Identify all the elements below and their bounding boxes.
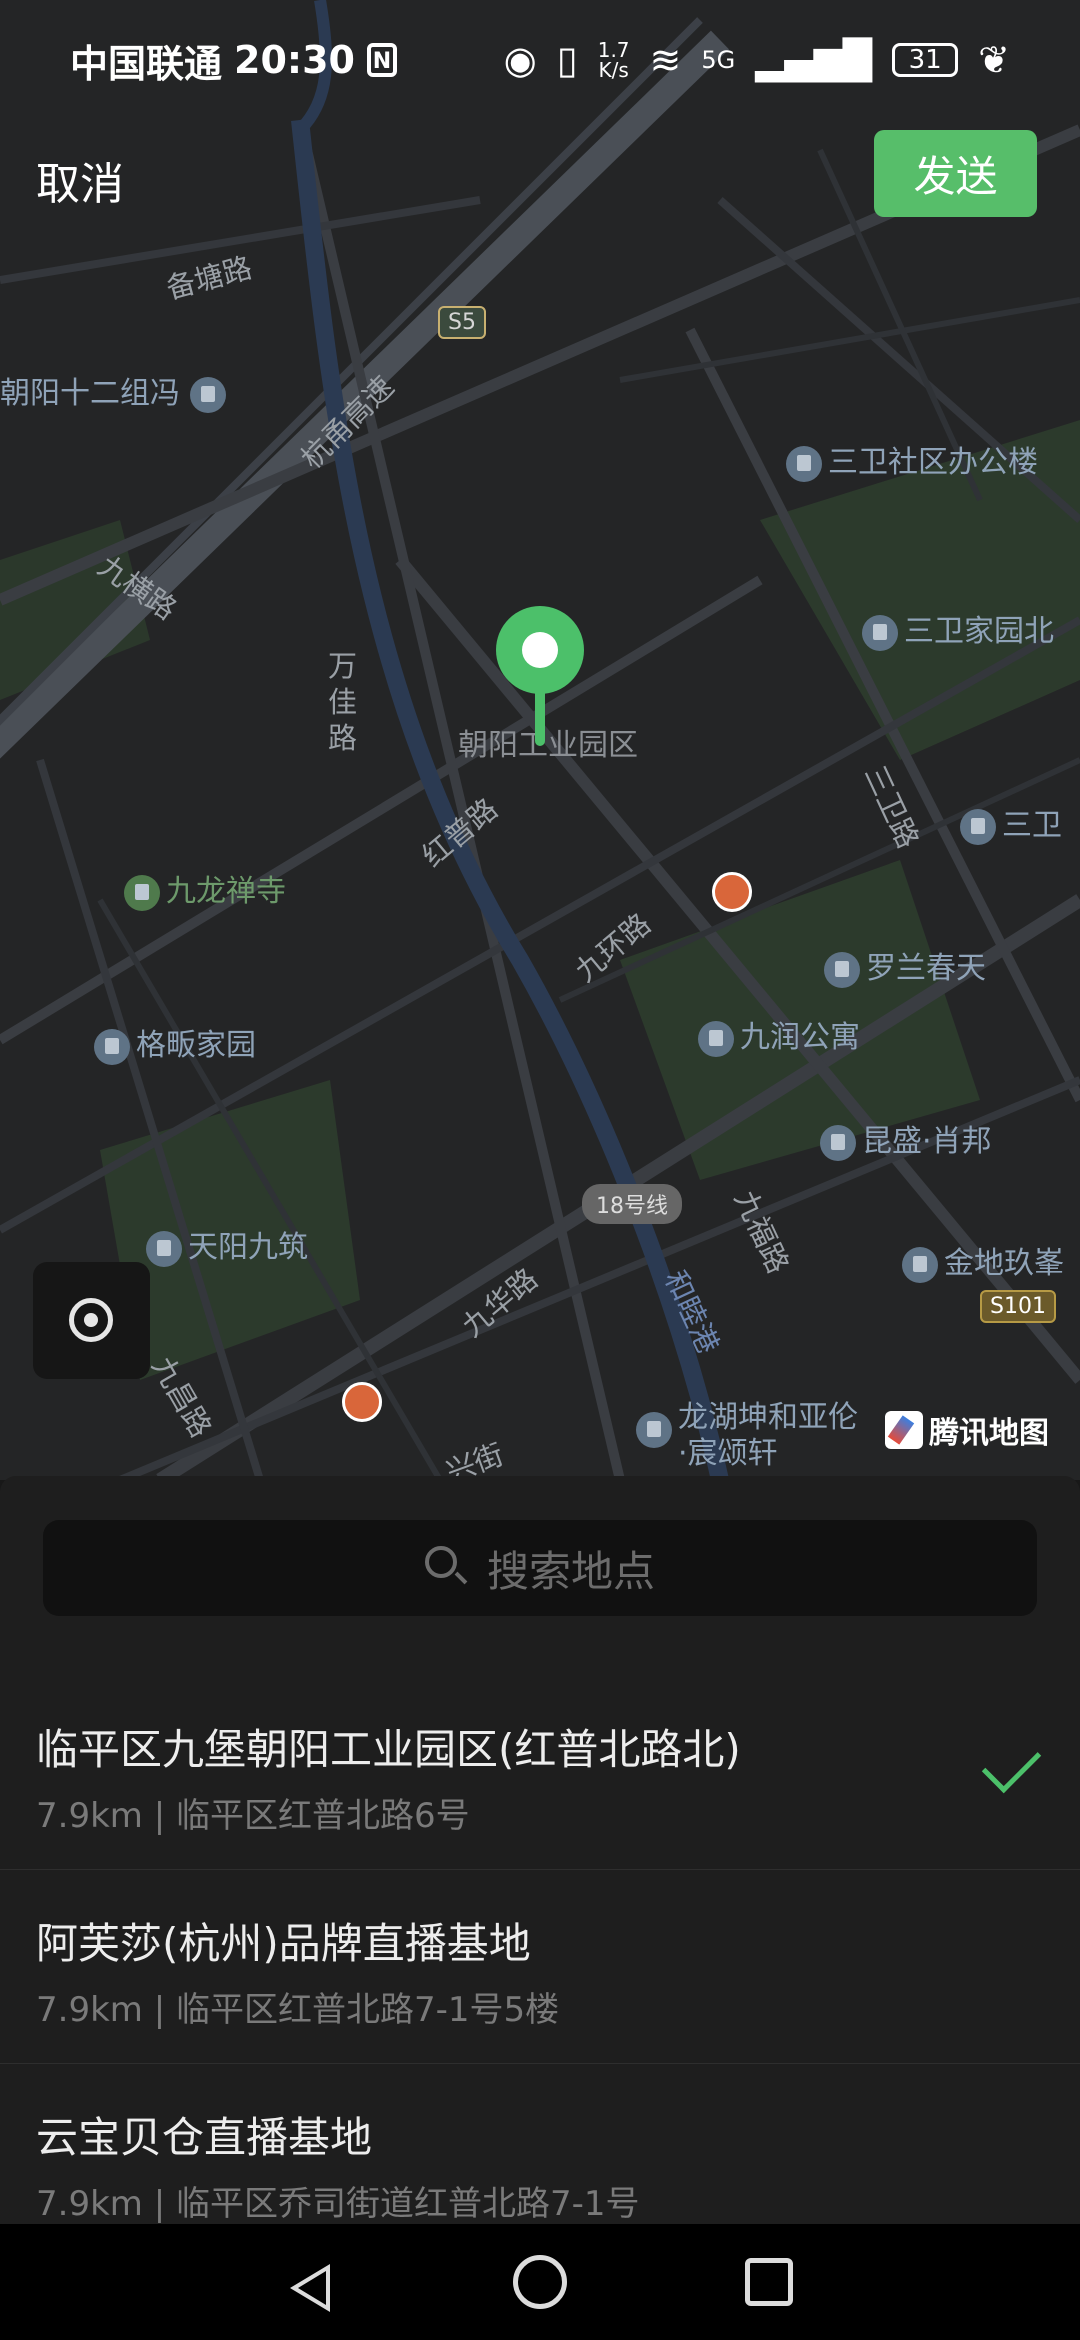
signal-icon: ▂▄▆█	[755, 38, 873, 82]
building-icon	[862, 614, 898, 651]
construction-icon	[712, 872, 752, 912]
poi-label[interactable]: 朝阳十二组冯	[0, 368, 232, 413]
cancel-button[interactable]: 取消	[36, 148, 124, 212]
home-icon[interactable]	[513, 2255, 567, 2309]
system-nav-bar	[0, 2224, 1080, 2340]
location-icon: ◉	[503, 38, 537, 82]
metro-line-badge: 18号线	[582, 1184, 682, 1224]
poi-label[interactable]: 三卫	[960, 800, 1062, 845]
building-icon	[189, 376, 226, 413]
poi-label[interactable]: 罗兰春天	[824, 943, 986, 988]
building-icon	[636, 1412, 672, 1448]
location-name: 云宝贝仓直播基地	[36, 2113, 373, 2162]
poi-name: 三卫家园北	[904, 614, 1054, 649]
vibrate-icon: ▯	[556, 38, 578, 82]
highway-badge: S101	[980, 1290, 1056, 1323]
crosshair-icon	[69, 1298, 113, 1342]
poi-label[interactable]: 金地玖峯	[902, 1238, 1064, 1283]
poi-name: 金地玖峯	[944, 1246, 1064, 1281]
clock: 20:30	[234, 38, 355, 82]
poi-name: 三卫社区办公楼	[828, 445, 1038, 480]
poi-label[interactable]: 龙湖坤和亚伦 ·宸颂轩	[636, 1400, 858, 1472]
poi-label[interactable]: 格畈家园	[94, 1020, 256, 1065]
recents-icon[interactable]	[745, 2258, 793, 2306]
poi-label[interactable]: 九润公寓	[698, 1012, 860, 1057]
building-icon	[94, 1028, 130, 1065]
search-placeholder: 搜索地点	[486, 1546, 655, 1596]
poi-label[interactable]: 三卫社区办公楼	[786, 437, 1038, 482]
road-label: 万佳路	[328, 649, 358, 755]
poi-name: 罗兰春天	[866, 951, 986, 986]
tencent-map-logo-icon	[885, 1411, 923, 1449]
wifi-icon: ≋	[649, 38, 682, 82]
leaf-icon: ❦	[978, 38, 1010, 82]
network-speed: 1.7 K/s	[598, 40, 630, 80]
location-item[interactable]: 阿芙莎(杭州)品牌直播基地 7.9km | 临平区红普北路7-1号5楼	[0, 1870, 1080, 2064]
location-address: 7.9km | 临平区乔司街道红普北路7-1号	[36, 2184, 640, 2224]
location-item[interactable]: 临平区九堡朝阳工业园区(红普北路北) 7.9km | 临平区红普北路6号	[0, 1676, 1080, 1870]
network-speed-unit: K/s	[598, 58, 629, 82]
battery-icon: 31	[892, 43, 959, 77]
poi-name: 龙湖坤和亚伦	[678, 1400, 858, 1435]
building-icon	[902, 1246, 938, 1283]
location-address: 7.9km | 临平区红普北路7-1号5楼	[36, 1990, 560, 2030]
poi-name: 昆盛·肖邦	[862, 1124, 992, 1159]
building-icon	[146, 1230, 182, 1267]
send-button[interactable]: 发送	[874, 130, 1037, 217]
back-icon[interactable]	[290, 2264, 330, 2312]
carrier-name: 中国联通	[70, 41, 223, 86]
construction-icon	[342, 1382, 382, 1422]
location-sheet: 搜索地点 临平区九堡朝阳工业园区(红普北路北) 7.9km | 临平区红普北路6…	[0, 1476, 1080, 2226]
highway-badge: S5	[438, 306, 486, 339]
poi-label[interactable]: 三卫家园北	[862, 606, 1054, 651]
search-icon	[424, 1546, 469, 1590]
location-name: 阿芙莎(杭州)品牌直播基地	[36, 1919, 531, 1968]
location-address: 7.9km | 临平区红普北路6号	[36, 1796, 470, 1836]
poi-label[interactable]: 九龙禅寺	[124, 866, 286, 911]
top-bar: 取消 发送	[0, 120, 1080, 230]
locate-me-button[interactable]	[33, 1262, 150, 1379]
nfc-icon: N	[366, 43, 397, 77]
poi-label[interactable]: 天阳九筑	[146, 1222, 308, 1267]
building-icon	[824, 951, 860, 988]
building-icon	[786, 445, 822, 482]
poi-name: 朝阳十二组冯	[0, 376, 180, 411]
building-icon	[820, 1124, 856, 1161]
temple-icon	[124, 874, 160, 911]
map-provider-name: 腾讯地图	[929, 1416, 1049, 1451]
check-icon	[981, 1733, 1042, 1794]
building-icon	[698, 1020, 734, 1057]
building-icon	[960, 808, 996, 845]
search-input[interactable]: 搜索地点	[43, 1520, 1037, 1616]
poi-name: ·宸颂轩	[678, 1436, 778, 1471]
location-pin-icon	[496, 606, 584, 746]
poi-name: 三卫	[1002, 808, 1062, 843]
status-bar: 中国联通 20:30 N ◉ ▯ 1.7 K/s ≋ 5G ▂▄▆█ 31 ❦	[0, 0, 1080, 120]
poi-name: 九润公寓	[740, 1020, 860, 1055]
poi-label[interactable]: 昆盛·肖邦	[820, 1116, 992, 1161]
poi-name: 九龙禅寺	[166, 874, 286, 909]
location-name: 临平区九堡朝阳工业园区(红普北路北)	[36, 1725, 741, 1774]
poi-name: 格畈家园	[136, 1028, 256, 1063]
map-provider-logo: 腾讯地图	[885, 1408, 1049, 1452]
poi-name: 天阳九筑	[188, 1230, 308, 1265]
network-type: 5G	[701, 46, 736, 74]
